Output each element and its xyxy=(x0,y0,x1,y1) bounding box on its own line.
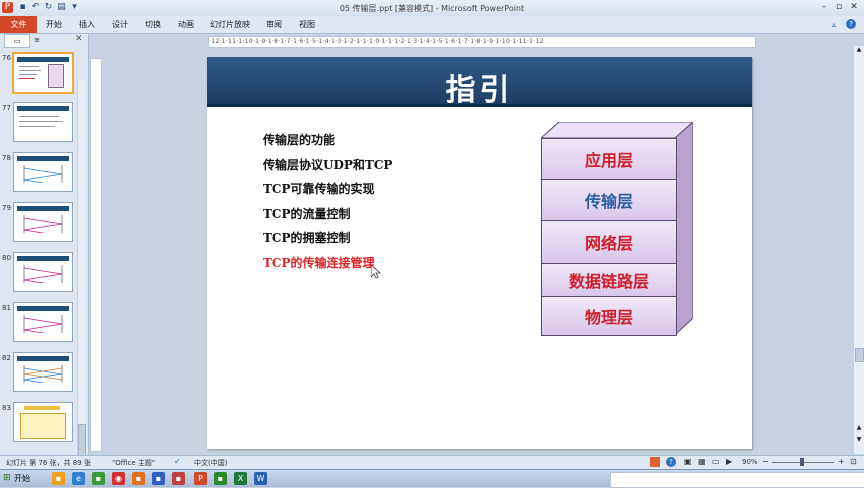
horizontal-ruler: ·12·1·11·1·10·1·9·1·8·1·7·1·6·1·5·1·4·1·… xyxy=(208,36,756,48)
editor-scrollbar[interactable]: ▲ ▲ ▼ xyxy=(853,46,864,454)
zoom-slider-thumb[interactable] xyxy=(800,458,804,466)
slide-thumbnail[interactable] xyxy=(13,102,73,142)
scroll-up-icon[interactable]: ▲ xyxy=(855,46,863,54)
language-status[interactable]: 中文(中国) xyxy=(194,458,227,468)
layer-physical[interactable]: 物理层 xyxy=(541,296,677,336)
tab-slides[interactable]: ▭ xyxy=(4,34,30,48)
slide-thumbnail[interactable] xyxy=(13,202,73,242)
slideshow-view-icon[interactable]: ▶ xyxy=(726,457,732,466)
ruler-marks: ·12·1·11·1·10·1·9·1·8·1·7·1·6·1·5·1·4·1·… xyxy=(209,38,544,45)
close-icon[interactable]: ✕ xyxy=(848,1,860,13)
bullet-item[interactable]: TCP的流量控制 xyxy=(263,205,351,222)
tab-design[interactable]: 设计 xyxy=(106,16,134,33)
excel-icon[interactable]: X xyxy=(234,472,247,485)
tab-home[interactable]: 开始 xyxy=(40,16,68,33)
slide-title[interactable]: 指引 xyxy=(207,65,752,109)
fit-slide-icon[interactable]: ⊡ xyxy=(850,457,857,466)
help-icon[interactable]: ? xyxy=(846,19,856,29)
tab-outline[interactable]: ≡ xyxy=(30,34,44,46)
slide-thumbnail[interactable] xyxy=(12,52,74,94)
slide-thumbnail[interactable] xyxy=(13,302,73,342)
slide-header-band: 指引 xyxy=(207,57,752,109)
bullet-item-highlighted[interactable]: TCP的传输连接管理 xyxy=(263,254,375,271)
app-icon[interactable]: ▪ xyxy=(172,472,185,485)
layer-transport[interactable]: 传输层 xyxy=(541,179,677,221)
next-slide-icon[interactable]: ▼ xyxy=(855,436,863,444)
browser-icon[interactable]: e xyxy=(72,472,85,485)
slide-thumbnail[interactable] xyxy=(13,352,73,392)
zoom-level[interactable]: 90% xyxy=(742,458,758,466)
chrome-icon[interactable]: ◉ xyxy=(112,472,125,485)
ribbon-tab-bar: 文件 开始 插入 设计 切换 动画 幻灯片放映 审阅 视图 ▵ ? xyxy=(0,16,864,34)
reading-view-icon[interactable]: ▭ xyxy=(712,457,720,466)
tab-view[interactable]: 视图 xyxy=(293,16,321,33)
zoom-out-icon[interactable]: − xyxy=(762,457,769,466)
start-button[interactable]: ⊞ 开始 xyxy=(0,471,40,486)
app-icon[interactable]: ▪ xyxy=(152,472,165,485)
windows-logo-icon: ⊞ xyxy=(3,473,11,483)
word-icon[interactable]: W xyxy=(254,472,267,485)
window-title: 05 传输层.ppt [兼容模式] - Microsoft PowerPoint xyxy=(339,4,525,13)
title-bar: P ▪ ↶ ↻ ▤ ▾ 05 传输层.ppt [兼容模式] - Microsof… xyxy=(0,0,864,16)
spell-check-icon[interactable]: ✓ xyxy=(174,457,181,466)
layer-label: 数据链路层 xyxy=(568,272,649,291)
powerpoint-taskbar-icon[interactable]: P xyxy=(194,472,207,485)
record-icon[interactable] xyxy=(650,457,660,467)
tab-review[interactable]: 审阅 xyxy=(260,16,288,33)
normal-view-icon[interactable]: ▣ xyxy=(684,457,692,466)
start-label: 开始 xyxy=(14,474,30,483)
layer-network[interactable]: 网络层 xyxy=(541,220,677,264)
tab-insert[interactable]: 插入 xyxy=(73,16,101,33)
layer-application[interactable]: 应用层 xyxy=(541,138,677,180)
minimize-ribbon-icon[interactable]: ▵ xyxy=(832,20,836,29)
taskbar: ⊞ 开始 ▪ e ▪ ◉ ▪ ▪ ▪ P ▪ X W xyxy=(0,469,864,488)
status-bar: 幻灯片 第 76 张，共 89 张 "Office 主题" ✓ 中文(中国) ?… xyxy=(0,455,864,470)
theme-status[interactable]: "Office 主题" xyxy=(112,458,155,468)
editor-scroll-thumb[interactable] xyxy=(855,348,864,362)
layer-label: 传输层 xyxy=(584,192,633,211)
app-icon[interactable]: ▪ xyxy=(214,472,227,485)
app-icon[interactable]: ▪ xyxy=(132,472,145,485)
bullet-item[interactable]: TCP的拥塞控制 xyxy=(263,229,351,246)
layer-label: 物理层 xyxy=(584,308,633,327)
zoom-in-icon[interactable]: + xyxy=(838,457,845,466)
layer-label: 网络层 xyxy=(584,234,633,253)
slide-thumbnail[interactable] xyxy=(13,402,73,442)
slide-thumbnail[interactable] xyxy=(13,252,73,292)
bullet-item[interactable]: 传输层的功能 xyxy=(263,131,335,148)
vertical-ruler xyxy=(90,58,102,452)
app-icon[interactable]: ▪ xyxy=(92,472,105,485)
slide-thumbnail[interactable] xyxy=(13,152,73,192)
bullet-item[interactable]: TCP可靠传输的实现 xyxy=(263,180,375,197)
maximize-icon[interactable]: ▫ xyxy=(833,1,845,13)
slides-panel-scroll-thumb[interactable] xyxy=(78,424,86,456)
slide-canvas[interactable]: 指引 传输层的功能 传输层协议UDP和TCP TCP可靠传输的实现 TCP的流量… xyxy=(207,57,752,449)
slide-count-status: 幻灯片 第 76 张，共 89 张 xyxy=(6,459,91,467)
slide-sorter-icon[interactable]: ▦ xyxy=(698,457,706,466)
previous-slide-icon[interactable]: ▲ xyxy=(855,424,863,432)
bullet-item[interactable]: 传输层协议UDP和TCP xyxy=(263,156,392,173)
tab-animations[interactable]: 动画 xyxy=(172,16,200,33)
tab-slideshow[interactable]: 幻灯片放映 xyxy=(205,16,255,33)
slides-panel: ▭ ≡ ✕ 76 77 78 79 80 81 82 83 xyxy=(0,34,89,485)
minimize-icon[interactable]: – xyxy=(818,1,830,13)
help-status-icon[interactable]: ? xyxy=(666,457,676,467)
folder-icon[interactable]: ▪ xyxy=(52,472,65,485)
tab-transitions[interactable]: 切换 xyxy=(139,16,167,33)
layer-data-link[interactable]: 数据链路层 xyxy=(541,263,677,297)
tab-file[interactable]: 文件 xyxy=(0,16,37,33)
layer-label: 应用层 xyxy=(584,151,633,170)
mouse-cursor-icon xyxy=(371,265,381,279)
close-panel-icon[interactable]: ✕ xyxy=(75,34,83,44)
